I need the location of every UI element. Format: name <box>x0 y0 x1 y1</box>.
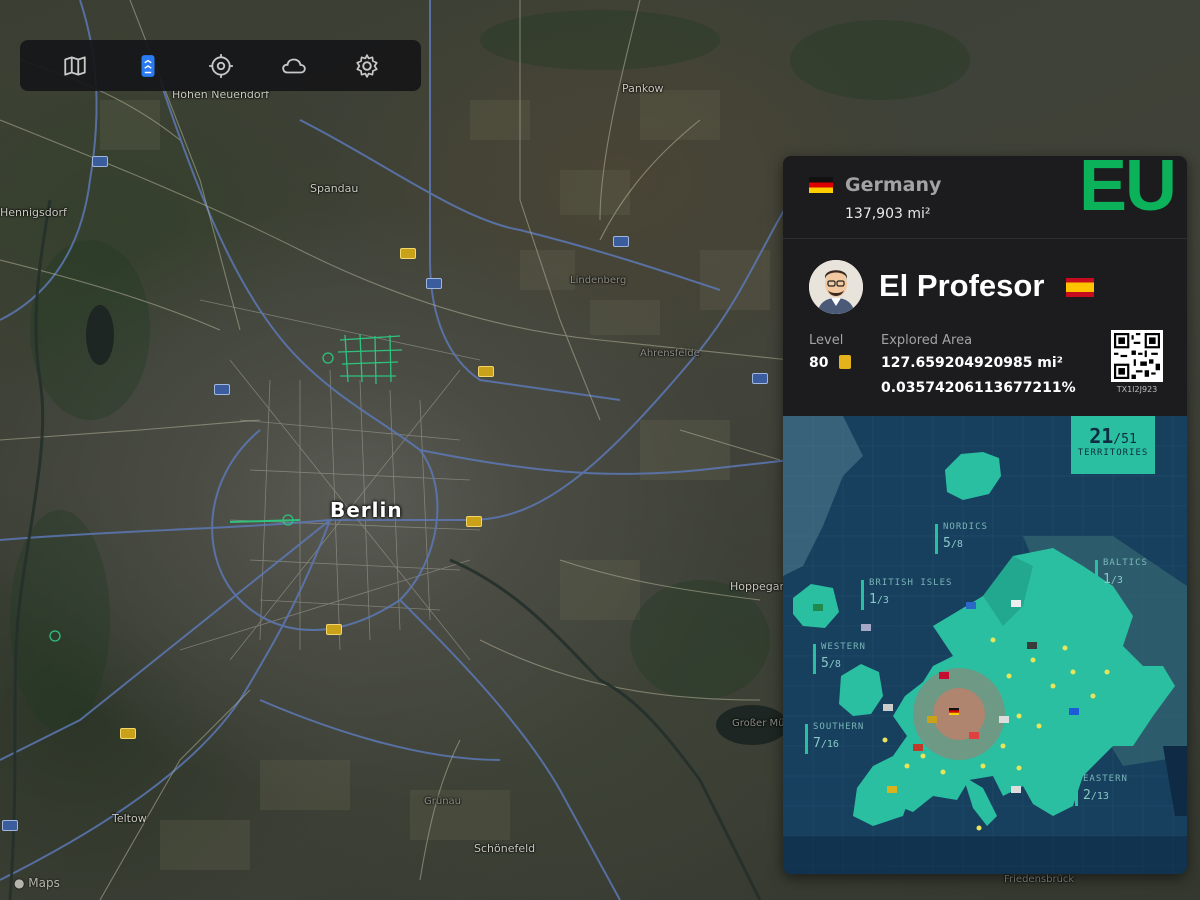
region-header: Germany <box>809 174 941 196</box>
zone-eastern[interactable]: EASTERN 2/13 <box>1075 774 1128 806</box>
gear-icon <box>355 53 378 78</box>
explore-icon <box>208 53 233 78</box>
explored-area: 127.659204920985 mi² <box>881 355 1063 371</box>
zone-baltics[interactable]: BALTICS 1/3 <box>1095 558 1148 590</box>
map-label: Teltow <box>112 812 147 825</box>
zone-nordics[interactable]: NORDICS 5/8 <box>935 522 988 554</box>
region-badge: EU <box>1078 156 1177 226</box>
maps-watermark: ● Maps <box>14 876 60 890</box>
map-label: Lindenberg <box>570 275 627 286</box>
qr-code-label: TX1I2J923 <box>1116 385 1158 394</box>
level-badge-icon <box>839 355 851 369</box>
territories-count: 21 <box>1089 424 1114 448</box>
map-label: Hennigsdorf <box>0 206 67 219</box>
cloud-icon <box>281 58 306 73</box>
zone-british-isles[interactable]: BRITISH ISLES 1/3 <box>861 578 952 610</box>
map-label: Pankow <box>622 82 664 95</box>
map-label: Grünau <box>424 796 462 807</box>
map-label: Spandau <box>310 182 359 195</box>
map-label: Schönefeld <box>474 842 536 855</box>
settings-button[interactable] <box>350 49 384 83</box>
country-name: Germany <box>845 174 942 196</box>
territories-counter: 21/51 TERRITORIES <box>1071 416 1155 474</box>
level-icon <box>141 54 154 77</box>
qr-code-icon <box>1114 333 1160 379</box>
territories-total: /51 <box>1113 432 1137 447</box>
zone-western[interactable]: WESTERN 5/8 <box>813 642 866 674</box>
top-toolbar <box>20 40 421 91</box>
level-label: Level <box>809 333 844 348</box>
map-button[interactable] <box>58 49 92 83</box>
explored-percent: 0.0357420611367721​1% <box>881 380 1076 396</box>
qr-code[interactable] <box>1111 330 1163 382</box>
map-label: Friedensbrück <box>1004 874 1075 885</box>
level-value: 80 <box>809 355 829 371</box>
level-button[interactable] <box>131 49 165 83</box>
player-name: El Profesor <box>879 268 1045 303</box>
explore-button[interactable] <box>204 49 238 83</box>
europe-minimap[interactable]: 21/51 TERRITORIES NORDICS 5/8 BRITISH IS… <box>783 416 1187 874</box>
spain-flag-icon <box>1066 278 1094 297</box>
territories-label: TERRITORIES <box>1077 448 1149 458</box>
avatar[interactable] <box>809 260 863 314</box>
zone-southern[interactable]: SOUTHERN 7/16 <box>805 722 864 754</box>
country-area: 137,903 mi² <box>845 206 931 222</box>
cloud-button[interactable] <box>277 49 311 83</box>
map-icon <box>63 55 86 76</box>
map-label: Ahrensfelde <box>640 348 700 359</box>
explored-label: Explored Area <box>881 333 973 348</box>
city-label: Berlin <box>330 498 403 522</box>
germany-flag-icon <box>809 177 833 193</box>
apple-icon: ● <box>14 876 25 890</box>
territory-card[interactable]: Germany 137,903 mi² EU El Profesor Level… <box>783 156 1187 874</box>
divider <box>783 238 1187 239</box>
avatar-icon <box>809 260 863 314</box>
